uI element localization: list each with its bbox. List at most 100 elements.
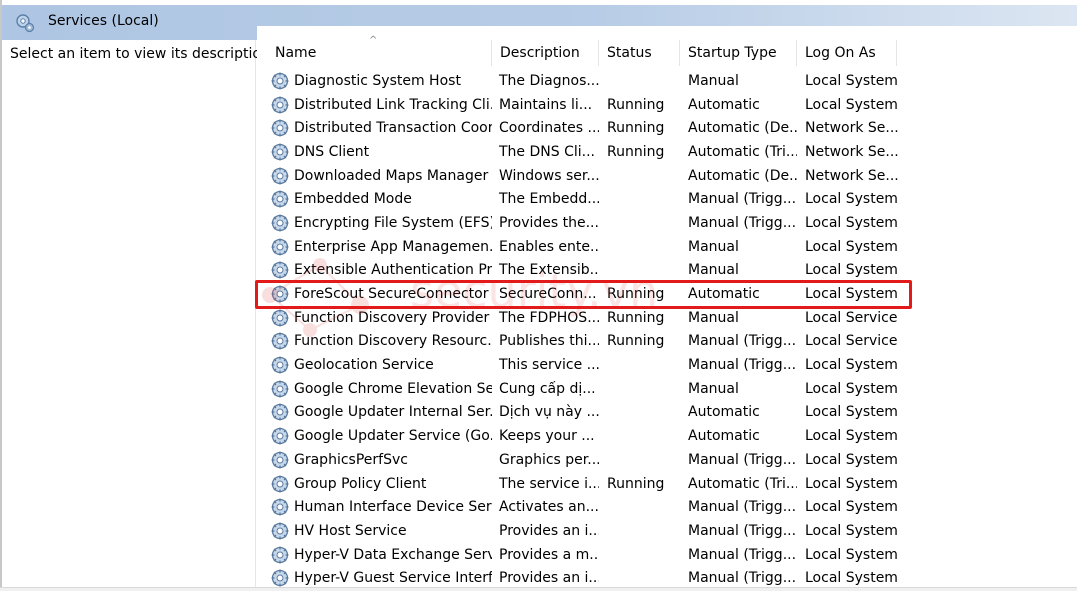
- service-gear-icon: [271, 167, 289, 185]
- service-log-on-as: Local System: [805, 96, 898, 113]
- service-log-on-as: Local System: [805, 404, 898, 421]
- service-row[interactable]: Human Interface Device Serv... Activates …: [257, 495, 1077, 519]
- service-startup-type: Manual: [688, 309, 739, 326]
- service-startup-type: Manual (Trigg...: [688, 357, 797, 374]
- highlight-box: [255, 280, 912, 309]
- service-name: Embedded Mode: [294, 191, 412, 208]
- service-gear-icon: [271, 72, 289, 90]
- service-description: Provides an i...: [499, 570, 599, 587]
- service-name-cell: Distributed Transaction Coor...: [257, 118, 492, 138]
- service-description: The Extensib...: [499, 262, 599, 279]
- service-name-cell: Google Updater Service (Go...: [257, 426, 492, 446]
- service-log-on-as: Local System: [805, 214, 898, 231]
- service-description: Graphics per...: [499, 451, 599, 468]
- service-status: Running: [607, 120, 665, 137]
- service-log-on-as: Local System: [805, 238, 898, 255]
- service-row[interactable]: Diagnostic System Host The Diagnos... Manu…: [257, 69, 1077, 93]
- service-log-on-as: Local System: [805, 191, 898, 208]
- service-log-on-as: Local System: [805, 546, 898, 563]
- service-name: Extensible Authentication Pr...: [294, 262, 492, 279]
- service-row[interactable]: Downloaded Maps Manager Windows ser... Aut…: [257, 164, 1077, 188]
- service-description: Provides a m...: [499, 546, 599, 563]
- window-title: Services (Local): [48, 13, 159, 29]
- service-name: Group Policy Client: [294, 475, 427, 492]
- service-log-on-as: Local System: [805, 522, 898, 539]
- service-startup-type: Automatic (Tri...: [688, 475, 797, 492]
- service-name-cell: Downloaded Maps Manager: [257, 166, 492, 186]
- service-log-on-as: Local System: [805, 72, 898, 89]
- service-row[interactable]: GraphicsPerfSvc Graphics per... Manual (Tr…: [257, 448, 1077, 472]
- service-name-cell: Hyper-V Data Exchange Serv...: [257, 545, 492, 565]
- service-row[interactable]: Geolocation Service This service ... Manua…: [257, 353, 1077, 377]
- service-description: The DNS Cli...: [499, 143, 595, 160]
- service-startup-type: Manual (Trigg...: [688, 499, 797, 516]
- service-description: Maintains li...: [499, 96, 593, 113]
- column-header-log-on-as[interactable]: Log On As: [797, 40, 897, 66]
- service-description: Publishes thi...: [499, 333, 599, 350]
- service-name-cell: Human Interface Device Serv...: [257, 497, 492, 517]
- service-startup-type: Manual (Trigg...: [688, 214, 797, 231]
- services-gear-icon: [16, 14, 35, 33]
- service-description: Dịch vụ này ...: [499, 404, 599, 421]
- service-name: Google Updater Internal Ser...: [294, 404, 492, 421]
- service-startup-type: Manual: [688, 262, 739, 279]
- service-name-cell: DNS Client: [257, 142, 492, 162]
- service-description: Cung cấp dị...: [499, 380, 596, 397]
- column-header-description[interactable]: Description: [492, 40, 599, 66]
- service-status: Running: [607, 309, 665, 326]
- service-log-on-as: Local System: [805, 428, 898, 445]
- service-row[interactable]: Distributed Transaction Coor... Coordinat…: [257, 116, 1077, 140]
- service-name: Enterprise App Managemen...: [294, 238, 492, 255]
- service-name-cell: Encrypting File System (EFS): [257, 213, 492, 233]
- column-header-status[interactable]: Status: [599, 40, 680, 66]
- service-gear-icon: [271, 546, 289, 564]
- service-row[interactable]: Function Discovery Provider ... The FDPHO…: [257, 306, 1077, 330]
- service-name-cell: Distributed Link Tracking Cli...: [257, 95, 492, 115]
- service-name: Hyper-V Data Exchange Serv...: [294, 546, 492, 563]
- service-row[interactable]: Group Policy Client The service i... Runni…: [257, 472, 1077, 496]
- service-gear-icon: [271, 475, 289, 493]
- service-name-cell: HV Host Service: [257, 521, 492, 541]
- column-header-name[interactable]: ^ Name: [257, 35, 492, 66]
- service-row[interactable]: Enterprise App Managemen... Enables ente.…: [257, 235, 1077, 259]
- service-row[interactable]: Distributed Link Tracking Cli... Maintain…: [257, 93, 1077, 117]
- service-name: HV Host Service: [294, 522, 407, 539]
- service-name-cell: Google Updater Internal Ser...: [257, 402, 492, 422]
- service-name: DNS Client: [294, 143, 370, 160]
- service-name-cell: Hyper-V Guest Service Interf...: [257, 568, 492, 588]
- service-gear-icon: [271, 190, 289, 208]
- service-startup-type: Manual (Trigg...: [688, 546, 797, 563]
- service-gear-icon: [271, 356, 289, 374]
- service-row[interactable]: DNS Client The DNS Cli... Running Automatic…: [257, 140, 1077, 164]
- service-gear-icon: [271, 261, 289, 279]
- service-startup-type: Automatic: [688, 404, 760, 421]
- service-name: Geolocation Service: [294, 357, 434, 374]
- service-row[interactable]: Google Updater Internal Ser... Dịch vụ nà…: [257, 401, 1077, 425]
- service-log-on-as: Local System: [805, 499, 898, 516]
- service-log-on-as: Local Service: [805, 309, 898, 326]
- service-description: Activates an...: [499, 499, 599, 516]
- service-gear-icon: [271, 119, 289, 137]
- service-startup-type: Manual (Trigg...: [688, 522, 797, 539]
- service-row[interactable]: Google Updater Service (Go... Keeps your …: [257, 424, 1077, 448]
- service-row[interactable]: HV Host Service Provides an i... Manual (T…: [257, 519, 1077, 543]
- service-row[interactable]: Google Chrome Elevation Se... Cung cấp dị…: [257, 377, 1077, 401]
- service-name: Distributed Transaction Coor...: [294, 120, 492, 137]
- column-header-startup-type[interactable]: Startup Type: [680, 40, 797, 66]
- service-name: Function Discovery Resourc...: [294, 333, 492, 350]
- service-name: Distributed Link Tracking Cli...: [294, 96, 492, 113]
- service-startup-type: Automatic (De...: [688, 120, 797, 137]
- service-row[interactable]: Function Discovery Resourc... Publishes t…: [257, 330, 1077, 354]
- service-name-cell: GraphicsPerfSvc: [257, 450, 492, 470]
- service-row[interactable]: Hyper-V Data Exchange Serv... Provides a …: [257, 543, 1077, 567]
- service-name: Google Chrome Elevation Se...: [294, 380, 492, 397]
- service-gear-icon: [271, 427, 289, 445]
- service-description: The Embedd...: [499, 191, 599, 208]
- service-row[interactable]: Embedded Mode The Embedd... Manual (Trigg.…: [257, 187, 1077, 211]
- service-row[interactable]: Extensible Authentication Pr... The Exten…: [257, 259, 1077, 283]
- service-name-cell: Geolocation Service: [257, 355, 492, 375]
- service-log-on-as: Local Service: [805, 333, 898, 350]
- service-row[interactable]: Encrypting File System (EFS) Provides the…: [257, 211, 1077, 235]
- service-name-cell: Enterprise App Managemen...: [257, 237, 492, 257]
- service-status: Running: [607, 143, 665, 160]
